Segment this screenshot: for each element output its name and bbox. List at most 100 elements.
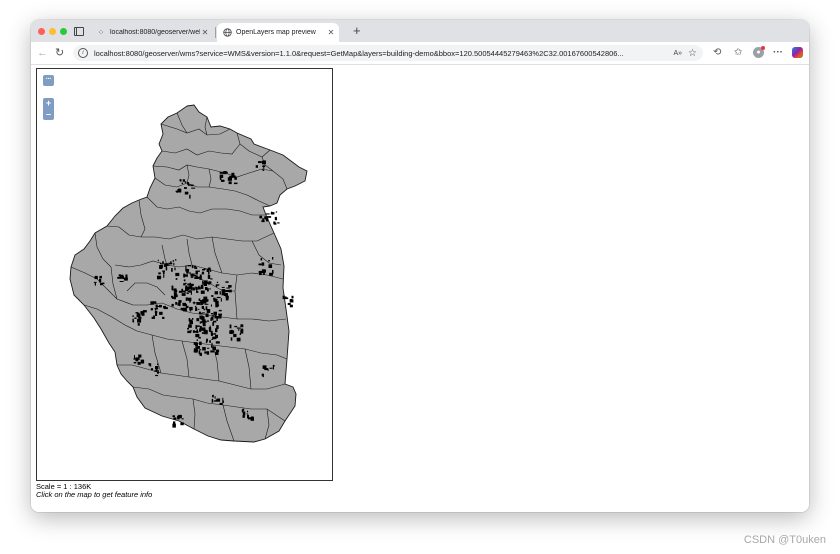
building-footprint[interactable] — [180, 307, 184, 310]
building-footprint[interactable] — [192, 275, 197, 277]
building-footprint[interactable] — [202, 321, 206, 325]
building-footprint[interactable] — [181, 288, 184, 291]
zoom-in-button[interactable]: + — [43, 98, 54, 109]
building-footprint[interactable] — [215, 349, 220, 353]
building-footprint[interactable] — [137, 323, 140, 326]
building-footprint[interactable] — [221, 286, 225, 288]
building-footprint[interactable] — [233, 333, 237, 338]
building-footprint[interactable] — [196, 291, 199, 293]
favorite-star-icon[interactable]: ☆ — [688, 48, 697, 59]
building-footprint[interactable] — [141, 312, 145, 316]
building-footprint[interactable] — [136, 312, 140, 315]
building-footprint[interactable] — [236, 327, 241, 329]
building-footprint[interactable] — [212, 314, 214, 317]
building-footprint[interactable] — [187, 327, 189, 330]
building-footprint[interactable] — [236, 337, 241, 342]
building-footprint[interactable] — [272, 366, 274, 370]
building-footprint[interactable] — [206, 351, 210, 355]
building-footprint[interactable] — [225, 290, 229, 292]
building-footprint[interactable] — [163, 274, 165, 278]
building-footprint[interactable] — [189, 272, 191, 275]
favorites-icon[interactable]: ✩ — [734, 46, 742, 60]
building-footprint[interactable] — [155, 304, 158, 308]
building-footprint[interactable] — [138, 316, 142, 319]
building-footprint[interactable] — [218, 315, 222, 319]
building-footprint[interactable] — [223, 293, 228, 296]
building-footprint[interactable] — [175, 259, 177, 261]
building-footprint[interactable] — [150, 368, 154, 371]
building-footprint[interactable] — [175, 292, 177, 295]
building-footprint[interactable] — [225, 281, 229, 283]
building-footprint[interactable] — [119, 281, 124, 282]
building-footprint[interactable] — [165, 266, 168, 271]
building-footprint[interactable] — [203, 280, 208, 284]
building-footprint[interactable] — [242, 415, 245, 418]
building-footprint[interactable] — [228, 285, 232, 288]
building-footprint[interactable] — [173, 262, 175, 266]
copilot-icon[interactable] — [792, 47, 803, 58]
building-footprint[interactable] — [209, 340, 211, 343]
building-footprint[interactable] — [199, 327, 203, 330]
building-footprint[interactable] — [184, 274, 188, 277]
building-footprint[interactable] — [262, 169, 264, 171]
building-footprint[interactable] — [215, 334, 218, 338]
building-footprint[interactable] — [179, 179, 182, 182]
building-footprint[interactable] — [190, 291, 192, 295]
building-footprint[interactable] — [205, 306, 208, 311]
building-footprint[interactable] — [183, 304, 187, 307]
building-footprint[interactable] — [181, 293, 186, 296]
close-icon[interactable]: ✕ — [326, 28, 336, 37]
building-footprint[interactable] — [239, 333, 241, 335]
building-footprint[interactable] — [219, 171, 224, 174]
building-footprint[interactable] — [189, 282, 192, 286]
building-footprint[interactable] — [184, 187, 187, 189]
building-footprint[interactable] — [204, 283, 207, 286]
building-footprint[interactable] — [208, 267, 211, 271]
building-footprint[interactable] — [261, 373, 264, 376]
address-bar[interactable]: i localhost:8080/geoserver/wms?service=W… — [73, 45, 703, 61]
building-footprint[interactable] — [261, 262, 265, 266]
building-footprint[interactable] — [134, 355, 135, 359]
building-footprint[interactable] — [263, 272, 265, 275]
building-footprint[interactable] — [142, 310, 147, 313]
building-footprint[interactable] — [240, 328, 244, 333]
building-footprint[interactable] — [212, 346, 216, 351]
building-footprint[interactable] — [197, 287, 201, 290]
building-footprint[interactable] — [212, 322, 215, 326]
building-footprint[interactable] — [274, 216, 277, 221]
building-footprint[interactable] — [211, 344, 213, 348]
building-footprint[interactable] — [185, 268, 190, 272]
building-footprint[interactable] — [223, 171, 227, 175]
building-footprint[interactable] — [265, 218, 269, 222]
building-footprint[interactable] — [201, 300, 204, 304]
building-footprint[interactable] — [193, 351, 198, 353]
building-footprint[interactable] — [263, 165, 265, 169]
building-footprint[interactable] — [213, 298, 217, 302]
building-footprint[interactable] — [229, 175, 233, 178]
building-footprint[interactable] — [207, 347, 210, 349]
building-footprint[interactable] — [200, 284, 204, 289]
new-tab-button[interactable]: + — [353, 23, 361, 39]
building-footprint[interactable] — [135, 357, 139, 362]
building-footprint[interactable] — [178, 302, 181, 307]
building-footprint[interactable] — [201, 332, 204, 334]
building-footprint[interactable] — [117, 276, 121, 279]
building-footprint[interactable] — [94, 275, 98, 280]
building-footprint[interactable] — [150, 308, 153, 311]
building-footprint[interactable] — [190, 276, 194, 278]
building-footprint[interactable] — [263, 160, 266, 165]
building-footprint[interactable] — [200, 304, 204, 306]
building-footprint[interactable] — [197, 308, 200, 310]
building-footprint[interactable] — [198, 336, 201, 339]
building-footprint[interactable] — [182, 179, 185, 182]
building-footprint[interactable] — [193, 301, 195, 305]
building-footprint[interactable] — [183, 307, 187, 312]
close-window-button[interactable] — [38, 28, 45, 35]
zoom-out-button[interactable]: – — [43, 109, 54, 120]
profile-avatar-icon[interactable]: ● — [753, 46, 765, 58]
back-arrow-icon[interactable]: ← — [37, 46, 48, 60]
building-footprint[interactable] — [194, 305, 197, 307]
maximize-window-button[interactable] — [60, 28, 67, 35]
building-footprint[interactable] — [289, 304, 293, 308]
building-footprint[interactable] — [189, 194, 191, 199]
